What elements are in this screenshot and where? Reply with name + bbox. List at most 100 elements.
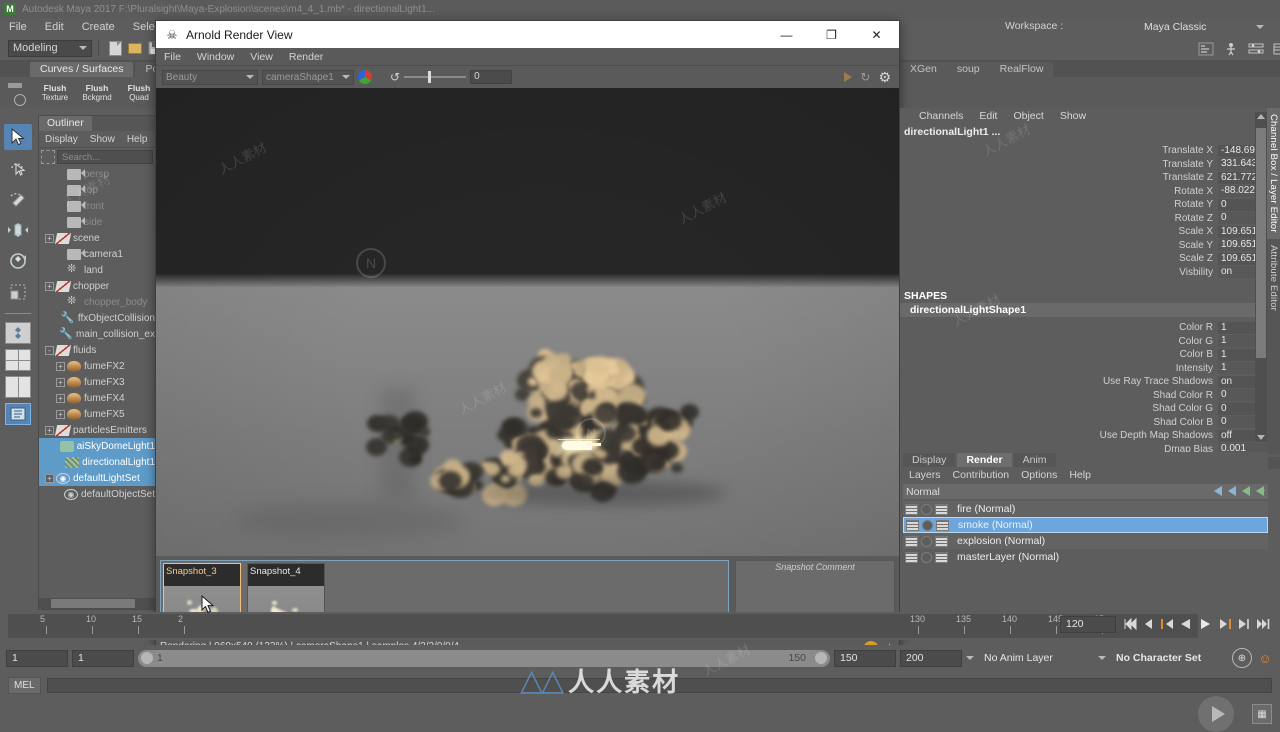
play-forwards-button[interactable] (1198, 617, 1212, 631)
paint-select-tool-button[interactable] (4, 186, 32, 212)
four-view-layout-button[interactable] (5, 349, 31, 371)
outliner-item-fluids[interactable]: - fluids (39, 342, 155, 358)
exposure-value-input[interactable]: 0 (470, 70, 512, 84)
contribution-menu[interactable]: Contribution (947, 469, 1016, 481)
scroll-down-arrow-icon[interactable] (1257, 435, 1265, 440)
shelf-button-flush-quad[interactable]: Flush Quad (118, 84, 160, 102)
channel-box-button[interactable] (1272, 40, 1280, 58)
layer-reorder-buttons[interactable] (1214, 486, 1264, 496)
character-set-icon[interactable]: ☺ (1256, 649, 1274, 667)
hud-toggle-button[interactable]: ▦ (1252, 704, 1272, 724)
expand-toggle-icon[interactable]: + (45, 234, 54, 243)
expand-toggle-icon[interactable]: + (56, 378, 65, 387)
outliner-item-main-collision-ex[interactable]: 🔧 main_collision_ex (39, 326, 155, 342)
render-layer-row[interactable]: smoke (Normal) (903, 517, 1268, 533)
scroll-up-arrow-icon[interactable] (1257, 114, 1265, 119)
expand-toggle-icon[interactable]: - (45, 346, 54, 355)
range-start-handle[interactable] (141, 652, 153, 664)
outliner-filter-icon[interactable] (41, 150, 55, 164)
range-slider-track[interactable]: 1 150 (138, 650, 830, 667)
layer-playback-icon[interactable] (922, 520, 933, 531)
outliner-search-input[interactable]: Search... (57, 150, 153, 164)
render-layer-row[interactable]: masterLayer (Normal) (903, 549, 1268, 565)
playback-start-field[interactable]: 1 (72, 650, 134, 667)
outliner-item-side[interactable]: side (39, 214, 155, 230)
layer-visibility-icon[interactable] (905, 552, 918, 563)
outliner-item-defaultobjectset[interactable]: ◉ defaultObjectSet (39, 486, 155, 502)
attribute-editor-button[interactable] (1247, 40, 1265, 58)
shelf-button-flush-bckgrnd[interactable]: Flush Bckgrnd (76, 84, 118, 102)
expand-toggle-icon[interactable]: + (56, 362, 65, 371)
outliner-item-land[interactable]: ❊ land (39, 262, 155, 278)
play-overlay-button[interactable] (1198, 696, 1234, 732)
outliner-item-fumefx3[interactable]: + fumeFX3 (39, 374, 155, 390)
menu-create[interactable]: Create (73, 18, 124, 36)
current-frame-field[interactable]: 120 (1060, 616, 1116, 633)
anim-layer-select[interactable]: No Anim Layer (978, 652, 1094, 664)
layer-renderable-icon[interactable] (935, 536, 948, 547)
anim-layer-icon[interactable]: ⊕ (1232, 648, 1252, 668)
help-menu[interactable]: Help (1063, 469, 1097, 481)
range-end-handle[interactable] (815, 652, 827, 664)
outliner-menu-display[interactable]: Display (39, 134, 84, 145)
arnold-menu-view[interactable]: View (242, 51, 281, 63)
scale-tool-button[interactable] (4, 279, 32, 305)
layer-renderable-icon[interactable] (935, 504, 948, 515)
channelbox-menu-channels[interactable]: Channels (912, 110, 970, 122)
range-end-field[interactable]: 200 (900, 650, 962, 667)
tab-display[interactable]: Display (903, 453, 955, 467)
go-to-end-button[interactable] (1255, 617, 1269, 631)
move-layer-down-icon[interactable] (1228, 486, 1236, 496)
outliner-item-top[interactable]: top (39, 182, 155, 198)
slider-handle[interactable] (428, 71, 431, 83)
two-view-layout-button[interactable] (5, 376, 31, 398)
shelf-tab-xgen[interactable]: XGen (900, 62, 947, 77)
outliner-tab[interactable]: Outliner (39, 116, 92, 131)
outliner-item-fumefx5[interactable]: + fumeFX5 (39, 406, 155, 422)
render-layer-list[interactable]: fire (Normal) smoke (Normal) explosion (No… (903, 501, 1268, 565)
move-layer-up-icon[interactable] (1214, 486, 1222, 496)
outliner-item-ffxobjectcollision[interactable]: 🔧 ffxObjectCollision (39, 310, 155, 326)
render-image-canvas[interactable]: 人人素材 人人素材 人人素材 N N (156, 88, 899, 556)
outliner-horizontal-scrollbar[interactable] (39, 598, 155, 609)
rotate-tool-button[interactable] (4, 248, 32, 274)
camera-select[interactable]: cameraShape1 (262, 70, 354, 85)
outliner-item-particlesemitters[interactable]: + particlesEmitters (39, 422, 155, 438)
scrollbar-thumb[interactable] (51, 599, 135, 608)
gear-icon[interactable] (14, 94, 26, 106)
channel-box-scrollbar[interactable] (1255, 112, 1267, 442)
minimize-button[interactable]: — (764, 21, 809, 48)
outliner-item-front[interactable]: front (39, 198, 155, 214)
add-layer-icon[interactable] (1242, 486, 1250, 496)
channelbox-menu-edit[interactable]: Edit (972, 110, 1004, 122)
layer-visibility-icon[interactable] (905, 536, 918, 547)
chevron-down-icon[interactable] (1098, 656, 1106, 660)
play-render-icon[interactable] (844, 72, 852, 82)
lasso-tool-button[interactable] (4, 155, 32, 181)
expand-toggle-icon[interactable]: + (56, 394, 65, 403)
step-forward-frame-button[interactable] (1217, 617, 1231, 631)
go-to-start-button[interactable] (1122, 617, 1136, 631)
playback-end-field[interactable]: 150 (834, 650, 896, 667)
tab-channel-box-layer-editor[interactable]: Channel Box / Layer Editor (1267, 108, 1280, 239)
outliner-item-chopper[interactable]: + chopper (39, 278, 155, 294)
channelbox-menu-object[interactable]: Object (1006, 110, 1050, 122)
range-start-field[interactable]: 1 (6, 650, 68, 667)
layer-renderable-icon[interactable] (936, 520, 949, 531)
render-layer-row[interactable]: fire (Normal) (903, 501, 1268, 517)
layer-playback-icon[interactable] (921, 536, 932, 547)
workspace-select[interactable]: Maya Classic (1140, 19, 1268, 35)
outliner-menu-show[interactable]: Show (84, 134, 121, 145)
outliner-item-scene[interactable]: + scene (39, 230, 155, 246)
layer-visibility-icon[interactable] (905, 504, 918, 515)
open-scene-button[interactable] (126, 39, 144, 57)
play-backwards-button[interactable] (1179, 617, 1193, 631)
layer-visibility-icon[interactable] (906, 520, 919, 531)
rgb-channels-icon[interactable] (358, 70, 372, 84)
command-language-button[interactable]: MEL (8, 677, 41, 694)
shelf-button-flush-texture[interactable]: Flush Texture (34, 84, 76, 102)
hypergraph-panel-button[interactable] (1222, 40, 1240, 58)
outliner-tree[interactable]: persp top front side + scene camera1 ❊ land + chop… (39, 166, 155, 598)
outliner-layout-button[interactable] (5, 403, 31, 425)
aov-select[interactable]: Beauty (162, 70, 258, 85)
